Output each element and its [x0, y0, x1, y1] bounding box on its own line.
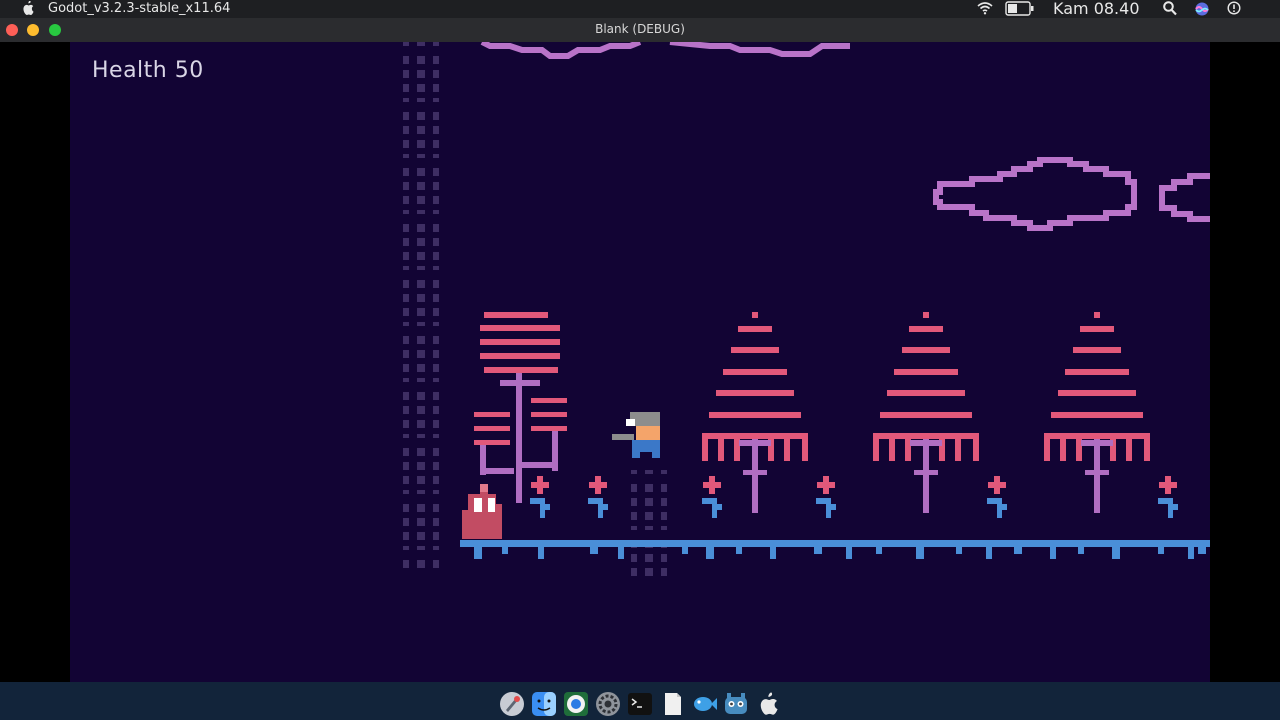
cloud-top-left [480, 42, 850, 59]
flower [530, 476, 550, 518]
launchpad-icon[interactable] [499, 691, 525, 717]
cloud-right [933, 157, 1137, 231]
tree-pine [1044, 312, 1150, 513]
tree-flat [474, 312, 567, 503]
chrome-icon[interactable] [563, 691, 589, 717]
menu-clock[interactable]: Kam 08.40 [1053, 0, 1140, 18]
files-icon[interactable] [659, 691, 685, 717]
fish-icon[interactable] [691, 691, 717, 717]
cloud-far-right [1159, 173, 1210, 222]
game-canvas[interactable]: Health 50 [70, 42, 1210, 682]
window-title: Blank (DEBUG) [595, 22, 685, 36]
search-icon[interactable] [1163, 1, 1177, 16]
player-character [612, 412, 660, 458]
battery-icon[interactable] [1005, 1, 1035, 16]
finder-icon[interactable] [531, 691, 557, 717]
game-scene [403, 42, 1210, 576]
siri-icon[interactable] [1194, 1, 1210, 17]
window-title-bar[interactable]: Blank (DEBUG) [0, 18, 1280, 42]
godot-icon[interactable] [723, 691, 749, 717]
game-viewport[interactable]: Health 50 [0, 42, 1280, 682]
wifi-icon[interactable] [977, 1, 993, 15]
menu-bar: Godot_v3.2.3-stable_x11.64 Kam 08.40 [0, 0, 1280, 18]
ladder-middle [631, 470, 667, 576]
active-app-name[interactable]: Godot_v3.2.3-stable_x11.64 [48, 0, 230, 18]
flower [588, 476, 608, 518]
flower [702, 476, 722, 518]
info-icon[interactable] [1227, 1, 1241, 15]
slime-enemy [462, 484, 502, 539]
flower [816, 476, 836, 518]
system-preferences-icon[interactable] [595, 691, 621, 717]
flower [987, 476, 1007, 518]
health-label: Health 50 [92, 58, 204, 83]
ground-platform [460, 540, 1210, 559]
terminal-icon[interactable] [627, 691, 653, 717]
flower [1158, 476, 1178, 518]
tree-pine [873, 312, 979, 513]
dock [0, 682, 1280, 720]
ladder-left [403, 42, 439, 568]
apple-icon[interactable] [755, 691, 781, 717]
apple-icon[interactable] [22, 1, 34, 15]
